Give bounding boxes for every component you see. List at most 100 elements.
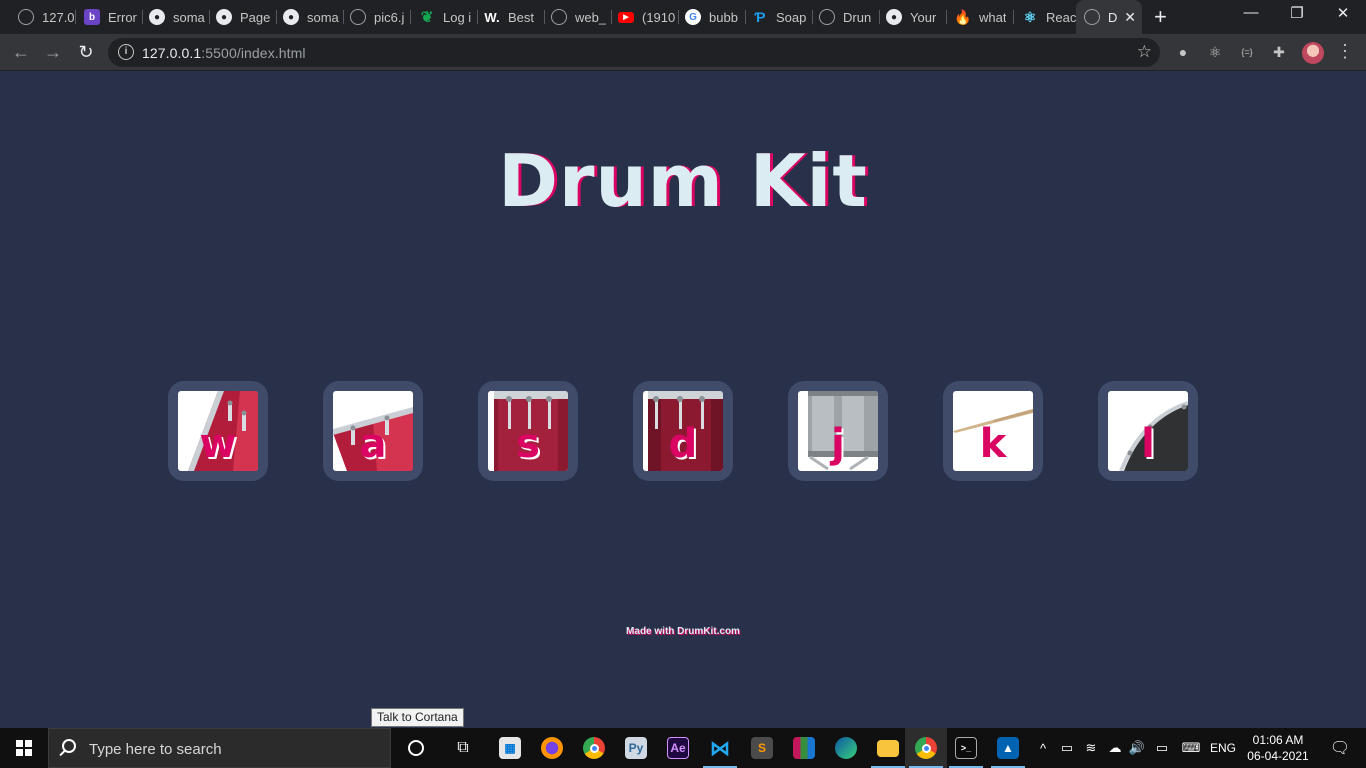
vscode-app-icon[interactable]: ⋈	[699, 728, 741, 768]
sublime-app-icon[interactable]: S	[741, 728, 783, 768]
terminal-app-icon[interactable]: >_	[945, 728, 987, 768]
page-title: Drum Kit	[498, 139, 868, 223]
volume-icon[interactable]: 🔊	[1128, 728, 1146, 768]
drum-key-label: s	[516, 421, 540, 467]
show-hidden-icons-chevron-icon[interactable]: ^	[1034, 728, 1052, 768]
drum-set: w a s d j k l	[168, 381, 1198, 481]
python-app-icon[interactable]: Py	[615, 728, 657, 768]
new-tab-button[interactable]: +	[1154, 4, 1167, 30]
bookmark-star-icon[interactable]: ☆	[1137, 42, 1152, 62]
extensions-puzzle-icon[interactable]: ✚	[1269, 42, 1289, 62]
tab-strip: 127.0 b Error ● soma ● Page ● soma pic6.j ❦ L…	[0, 0, 1366, 34]
browser-tab[interactable]: Gbubb	[679, 0, 746, 34]
reload-button[interactable]: ↻	[74, 40, 98, 64]
drum-button-a[interactable]: a	[323, 381, 423, 481]
browser-tab-active[interactable]: D ✕	[1076, 0, 1142, 34]
chrome-running-app-icon[interactable]	[905, 728, 947, 768]
cortana-icon[interactable]	[395, 728, 437, 768]
browser-tab[interactable]: b Error	[76, 0, 143, 34]
firefox-app-icon[interactable]	[531, 728, 573, 768]
wifi-icon[interactable]: ≋	[1082, 728, 1100, 768]
globe-icon	[350, 9, 366, 25]
browser-tab[interactable]: ⚛ Reac	[1014, 0, 1076, 34]
fire-icon: 🔥	[954, 8, 972, 25]
browser-tab[interactable]: Drun	[813, 0, 880, 34]
globe-icon	[551, 9, 567, 25]
leaf-icon: ❦	[420, 9, 434, 26]
extension-icon[interactable]: ●	[1173, 42, 1193, 62]
start-button[interactable]	[0, 728, 48, 768]
taskbar-search-box[interactable]: Type here to search	[48, 728, 391, 768]
after-effects-app-icon[interactable]: Ae	[657, 728, 699, 768]
battery-icon[interactable]: ▭	[1152, 728, 1172, 768]
browser-tab[interactable]: pic6.j	[344, 0, 411, 34]
github-icon: ●	[886, 9, 902, 25]
browser-tab[interactable]: ● Page	[210, 0, 277, 34]
close-window-button[interactable]: ✕	[1320, 4, 1366, 22]
clock-time: 01:06 AM	[1252, 733, 1304, 747]
drum-button-s[interactable]: s	[478, 381, 578, 481]
react-icon: ⚛	[1023, 8, 1037, 25]
browser-tab[interactable]: web_	[545, 0, 612, 34]
address-url[interactable]: 127.0.0.1:5500/index.html	[142, 45, 306, 61]
drum-image: w	[178, 391, 258, 471]
w-brand-icon: W.	[484, 9, 500, 25]
github-icon: ●	[149, 9, 165, 25]
edge-app-icon[interactable]	[825, 728, 867, 768]
windows-taskbar: Type here to search ⧉ ▦ Py Ae ⋈ S >_ ▲ ^…	[0, 728, 1366, 768]
address-bar[interactable]: i 127.0.0.1:5500/index.html ☆	[108, 38, 1160, 67]
drum-key-label: l	[1141, 421, 1155, 467]
back-button[interactable]: ←	[9, 40, 33, 64]
browser-tab[interactable]: 🔥 what	[947, 0, 1014, 34]
browser-tab[interactable]: ❦ Log i	[411, 0, 478, 34]
drum-key-label: j	[831, 421, 845, 467]
github-icon: ●	[283, 9, 299, 25]
keyboard-icon[interactable]: ⌨	[1178, 728, 1204, 768]
close-tab-icon[interactable]: ✕	[1124, 9, 1136, 26]
browser-tab[interactable]: ● Your	[880, 0, 947, 34]
site-info-icon[interactable]: i	[118, 44, 134, 60]
browser-tab[interactable]: ▶ (1910	[612, 0, 679, 34]
drum-button-k[interactable]: k	[943, 381, 1043, 481]
photos-app-icon[interactable]: ▲	[987, 728, 1029, 768]
footer-text: Made with DrumKit.com	[626, 626, 740, 637]
action-center-icon[interactable]: 🗨	[1320, 728, 1360, 768]
profile-avatar[interactable]	[1302, 42, 1324, 64]
chrome-app-icon[interactable]	[573, 728, 615, 768]
drum-image: k	[953, 391, 1033, 471]
drum-button-l[interactable]: l	[1098, 381, 1198, 481]
meet-now-icon[interactable]: ▭	[1058, 728, 1076, 768]
drum-key-label: w	[199, 421, 237, 467]
react-devtools-icon[interactable]: ⚛	[1205, 42, 1225, 62]
drum-button-j[interactable]: j	[788, 381, 888, 481]
drum-image: d	[643, 391, 723, 471]
kebab-menu-icon[interactable]: ⋮	[1336, 41, 1354, 62]
search-placeholder: Type here to search	[89, 741, 222, 758]
minimize-button[interactable]: —	[1228, 4, 1274, 21]
b-brand-icon: b	[84, 9, 100, 25]
page-content: Drum Kit w a s d j k l Made with DrumKit…	[0, 71, 1366, 728]
store-app-icon[interactable]: ▦	[489, 728, 531, 768]
drum-button-w[interactable]: w	[168, 381, 268, 481]
browser-tab[interactable]: W. Best	[478, 0, 545, 34]
github-icon: ●	[216, 9, 232, 25]
input-language[interactable]: ENG	[1208, 728, 1238, 768]
drum-image: j	[798, 391, 878, 471]
browser-tab[interactable]: ● soma	[143, 0, 210, 34]
extension-icon[interactable]: {=}	[1237, 42, 1257, 62]
onedrive-cloud-icon[interactable]: ☁	[1105, 728, 1125, 768]
maximize-button[interactable]: ❐	[1274, 4, 1320, 22]
p-brand-icon: Ƥ	[754, 9, 766, 25]
browser-tab[interactable]: ● soma	[277, 0, 344, 34]
clock-date: 06-04-2021	[1247, 749, 1309, 763]
drum-key-label: a	[359, 421, 387, 467]
browser-tab[interactable]: Ƥ Soap	[746, 0, 813, 34]
winrar-app-icon[interactable]	[783, 728, 825, 768]
file-explorer-app-icon[interactable]	[867, 728, 909, 768]
drum-button-d[interactable]: d	[633, 381, 733, 481]
drum-key-label: k	[979, 421, 1007, 467]
forward-button[interactable]: →	[41, 40, 65, 64]
taskbar-clock[interactable]: 01:06 AM 06-04-2021	[1240, 732, 1316, 764]
task-view-icon[interactable]: ⧉	[442, 728, 484, 768]
browser-tab[interactable]: 127.0	[0, 0, 76, 34]
